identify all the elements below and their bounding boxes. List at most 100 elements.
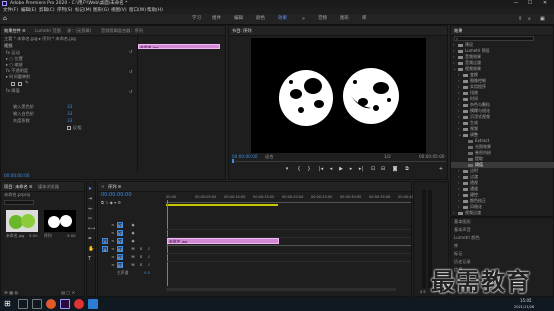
share-icon[interactable]: ▣	[540, 14, 545, 24]
eye-icon[interactable]: ◉	[130, 230, 136, 236]
play-icon[interactable]: ▶	[337, 166, 345, 173]
ripple-edit-tool-icon[interactable]: ⟛	[88, 206, 93, 212]
menu-window[interactable]: 窗口(W)	[129, 7, 146, 14]
tab-audio-clip-mixer[interactable]: 音频剪辑混合器：序列	[101, 26, 143, 35]
tab-lumetri-scopes[interactable]: Lumetri 范围	[35, 26, 61, 35]
resolution-dropdown[interactable]: 1/2	[384, 154, 391, 160]
time-remap-row[interactable]: ▸ 时间重映射	[6, 74, 30, 80]
sync-lock-icon[interactable]: ⇋	[110, 230, 116, 236]
windows-start-icon[interactable]: ⊞	[4, 299, 14, 309]
source-patch-v1[interactable]: V	[102, 238, 108, 244]
reset-icon[interactable]: ↺	[129, 89, 132, 95]
track-target-v2[interactable]: V2	[117, 230, 123, 236]
project-list-view-icon[interactable]: ☰ ▦ ◍	[4, 290, 18, 296]
close-button[interactable]: ✕	[539, 0, 551, 7]
solo-icon[interactable]: S	[138, 262, 144, 268]
project-item-thumb-jpg[interactable]	[6, 210, 38, 232]
timeline-horizontal-scrollbar[interactable]	[166, 288, 396, 291]
menu-edit[interactable]: 编辑(E)	[21, 7, 36, 14]
pen-mask-icon[interactable]: ✎	[25, 81, 29, 86]
track-select-tool-icon[interactable]: ⇥	[88, 196, 92, 202]
sync-lock-icon[interactable]: ⇋	[110, 238, 116, 244]
workspace-effects[interactable]: 效果	[278, 14, 287, 24]
microphone-icon[interactable]: ♪	[146, 254, 152, 260]
task-view-icon[interactable]	[32, 299, 42, 309]
mark-in-icon[interactable]: {	[295, 166, 303, 173]
panel-markers[interactable]: 标记	[454, 251, 462, 257]
tab-effect-controls[interactable]: 效果控件 ≡	[4, 26, 26, 35]
panel-libraries[interactable]: 库	[454, 243, 458, 249]
workspace-libraries[interactable]: 库	[362, 14, 367, 24]
panel-essential-sound[interactable]: 基本声音	[454, 227, 471, 233]
tree-item[interactable]: › 视频过渡	[451, 210, 554, 216]
minimize-button[interactable]: —	[510, 0, 522, 7]
timeline-tool-icons[interactable]: ⧉ ⊃ ◆ ▾ ⚙	[101, 200, 121, 205]
source-sequence-line[interactable]: 主要 * 未命名.jpg ▸ 序列 * 未命名.jpg	[4, 36, 76, 42]
track-target-a3[interactable]: A3	[117, 262, 123, 268]
workspace-assembly[interactable]: 组件	[212, 14, 221, 24]
eye-icon[interactable]: ◉	[130, 238, 136, 244]
param-input-black-value[interactable]: 33	[67, 104, 72, 110]
track-target-v1[interactable]: V1	[117, 238, 123, 244]
close-tab-icon[interactable]: ✕	[101, 182, 105, 191]
solo-icon[interactable]: S	[138, 254, 144, 260]
project-new-item-icon[interactable]: ▤ ▢ ✕	[61, 290, 75, 296]
effect-clip-bar[interactable]: 未命名.jpg	[138, 44, 220, 49]
premiere-taskbar-icon[interactable]	[60, 299, 70, 309]
sync-lock-icon[interactable]: ⇋	[110, 222, 116, 228]
slip-tool-icon[interactable]: ⟷	[88, 226, 95, 232]
marker-icon[interactable]: ▾	[283, 166, 291, 173]
workspace-more[interactable]: »	[302, 14, 305, 24]
track-target-a1[interactable]: A1	[117, 246, 123, 252]
selection-tool-icon[interactable]: ➤	[88, 186, 92, 192]
eye-icon[interactable]: ◉	[130, 222, 136, 228]
effects-search-input[interactable]: ⌕	[454, 36, 534, 41]
go-to-out-icon[interactable]: ▸|	[357, 166, 365, 173]
menu-view[interactable]: 视图(V)	[111, 7, 127, 14]
solo-buttons[interactable]: S S	[420, 290, 426, 294]
menu-clip[interactable]: 剪辑(C)	[39, 7, 55, 14]
rectangle-mask-icon[interactable]	[18, 82, 22, 86]
tab-media-browser[interactable]: 媒体浏览器	[38, 182, 59, 191]
step-forward-icon[interactable]: ▸	[347, 166, 355, 173]
program-scrubber[interactable]	[232, 161, 446, 162]
comparison-view-icon[interactable]: ⧉	[403, 166, 411, 173]
project-item-thumb-sequence[interactable]	[44, 210, 76, 232]
reset-icon[interactable]: ↺	[129, 49, 132, 55]
microphone-icon[interactable]: ♪	[146, 246, 152, 252]
home-icon[interactable]: ⌂	[3, 16, 10, 22]
timeline-timecode[interactable]: 00:00:00:00	[101, 192, 132, 198]
maximize-button[interactable]: ☐	[524, 0, 536, 7]
tab-effects[interactable]: 效果	[454, 26, 462, 35]
export-icon[interactable]: ⇪	[518, 14, 522, 24]
sync-lock-icon[interactable]: ⇋	[110, 262, 116, 268]
step-back-icon[interactable]: ◂	[327, 166, 335, 173]
extract-icon[interactable]: ⊟	[379, 166, 387, 173]
word-icon[interactable]	[88, 299, 98, 309]
workspace-color[interactable]: 颜色	[256, 14, 265, 24]
workspace-graphics[interactable]: 图形	[340, 14, 349, 24]
mute-icon[interactable]: M	[130, 262, 136, 268]
menu-marker[interactable]: 标记(M)	[75, 7, 91, 14]
mute-icon[interactable]: M	[130, 254, 136, 260]
tab-source[interactable]: 源：(无剪辑)	[67, 26, 91, 35]
effect-controls-timecode[interactable]: 00:00:00:00	[4, 173, 30, 179]
razor-tool-icon[interactable]: ✂	[88, 216, 92, 222]
workspace-editing[interactable]: 编辑	[234, 14, 243, 24]
go-to-in-icon[interactable]: |◂	[317, 166, 325, 173]
search-icon[interactable]: ⌕	[528, 14, 531, 24]
menu-graphics[interactable]: 图形(G)	[93, 7, 109, 14]
tab-sequence[interactable]: 序列 ≡	[108, 182, 121, 191]
pen-tool-icon[interactable]: ✒	[88, 236, 92, 242]
program-timecode-current[interactable]: 00:00:00:00	[232, 154, 258, 160]
work-area-bar[interactable]	[166, 204, 278, 206]
add-button-icon[interactable]: +	[437, 166, 445, 173]
panel-lumetri-color[interactable]: Lumetri 颜色	[454, 235, 480, 241]
invert-checkbox[interactable]	[67, 126, 71, 130]
workspace-audio[interactable]: 音频	[318, 14, 327, 24]
search-icon[interactable]	[18, 299, 28, 309]
param-gamma-value[interactable]: 33	[67, 118, 72, 124]
sync-lock-icon[interactable]: ⇋	[110, 246, 116, 252]
param-input-white-value[interactable]: 33	[67, 111, 72, 117]
tab-program[interactable]: 节目: 序列	[232, 26, 252, 35]
